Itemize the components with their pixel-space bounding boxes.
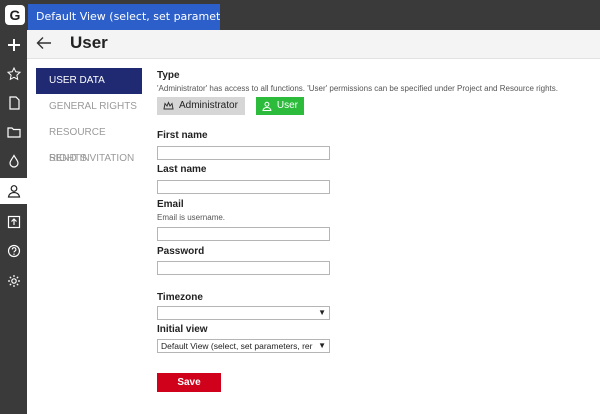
first-name-field[interactable] [157, 146, 330, 160]
page-title: User [70, 33, 108, 52]
drop-icon[interactable] [0, 148, 27, 174]
view-tab[interactable]: Default View (select, set parameters, r.… [28, 4, 220, 30]
left-rail [0, 30, 27, 414]
timezone-select[interactable]: ▼ [157, 306, 330, 320]
administrator-role-label: Administrator [179, 100, 238, 111]
nav-item-general-rights[interactable]: GENERAL RIGHTS [36, 94, 142, 120]
back-arrow-icon[interactable] [35, 34, 53, 52]
chevron-down-icon: ▼ [318, 341, 326, 350]
crown-icon [163, 101, 174, 110]
upload-icon[interactable] [0, 209, 27, 235]
user-icon [262, 101, 272, 111]
user-role-label: User [276, 100, 298, 111]
gear-icon[interactable] [0, 268, 27, 294]
user-role-button[interactable]: User [256, 97, 304, 115]
nav-item-resource-rights[interactable]: RESOURCE RIGHTS [36, 120, 142, 164]
email-label: Email [157, 199, 184, 210]
type-hint: 'Administrator' has access to all functi… [157, 84, 558, 93]
email-field[interactable] [157, 227, 330, 241]
star-icon[interactable] [0, 61, 27, 87]
plus-icon[interactable] [0, 32, 27, 58]
nav-item-send-invitation[interactable]: SEND INVITATION [36, 146, 142, 172]
initial-view-select[interactable]: Default View (select, set parameters, re… [157, 339, 330, 353]
first-name-label: First name [157, 130, 208, 141]
user-section-nav: USER DATA GENERAL RIGHTS RESOURCE RIGHTS… [36, 68, 142, 172]
save-button[interactable]: Save [157, 373, 221, 392]
initial-view-value: Default View (select, set parameters, re… [161, 341, 313, 351]
document-icon[interactable] [0, 90, 27, 116]
chevron-down-icon: ▼ [318, 308, 326, 317]
user-icon[interactable] [0, 178, 27, 204]
last-name-field[interactable] [157, 180, 330, 194]
email-hint: Email is username. [157, 213, 226, 222]
page-header: User [27, 30, 600, 59]
initial-view-label: Initial view [157, 324, 208, 335]
administrator-role-button[interactable]: Administrator [157, 97, 245, 115]
type-label: Type [157, 70, 180, 81]
folder-icon[interactable] [0, 119, 27, 145]
timezone-label: Timezone [157, 292, 203, 303]
nav-item-user-data[interactable]: USER DATA [36, 68, 142, 94]
help-icon[interactable] [0, 238, 27, 264]
app-logo[interactable]: G [5, 5, 25, 25]
last-name-label: Last name [157, 164, 207, 175]
top-bar: G Default View (select, set parameters, … [0, 0, 600, 30]
password-label: Password [157, 246, 205, 257]
password-field[interactable] [157, 261, 330, 275]
